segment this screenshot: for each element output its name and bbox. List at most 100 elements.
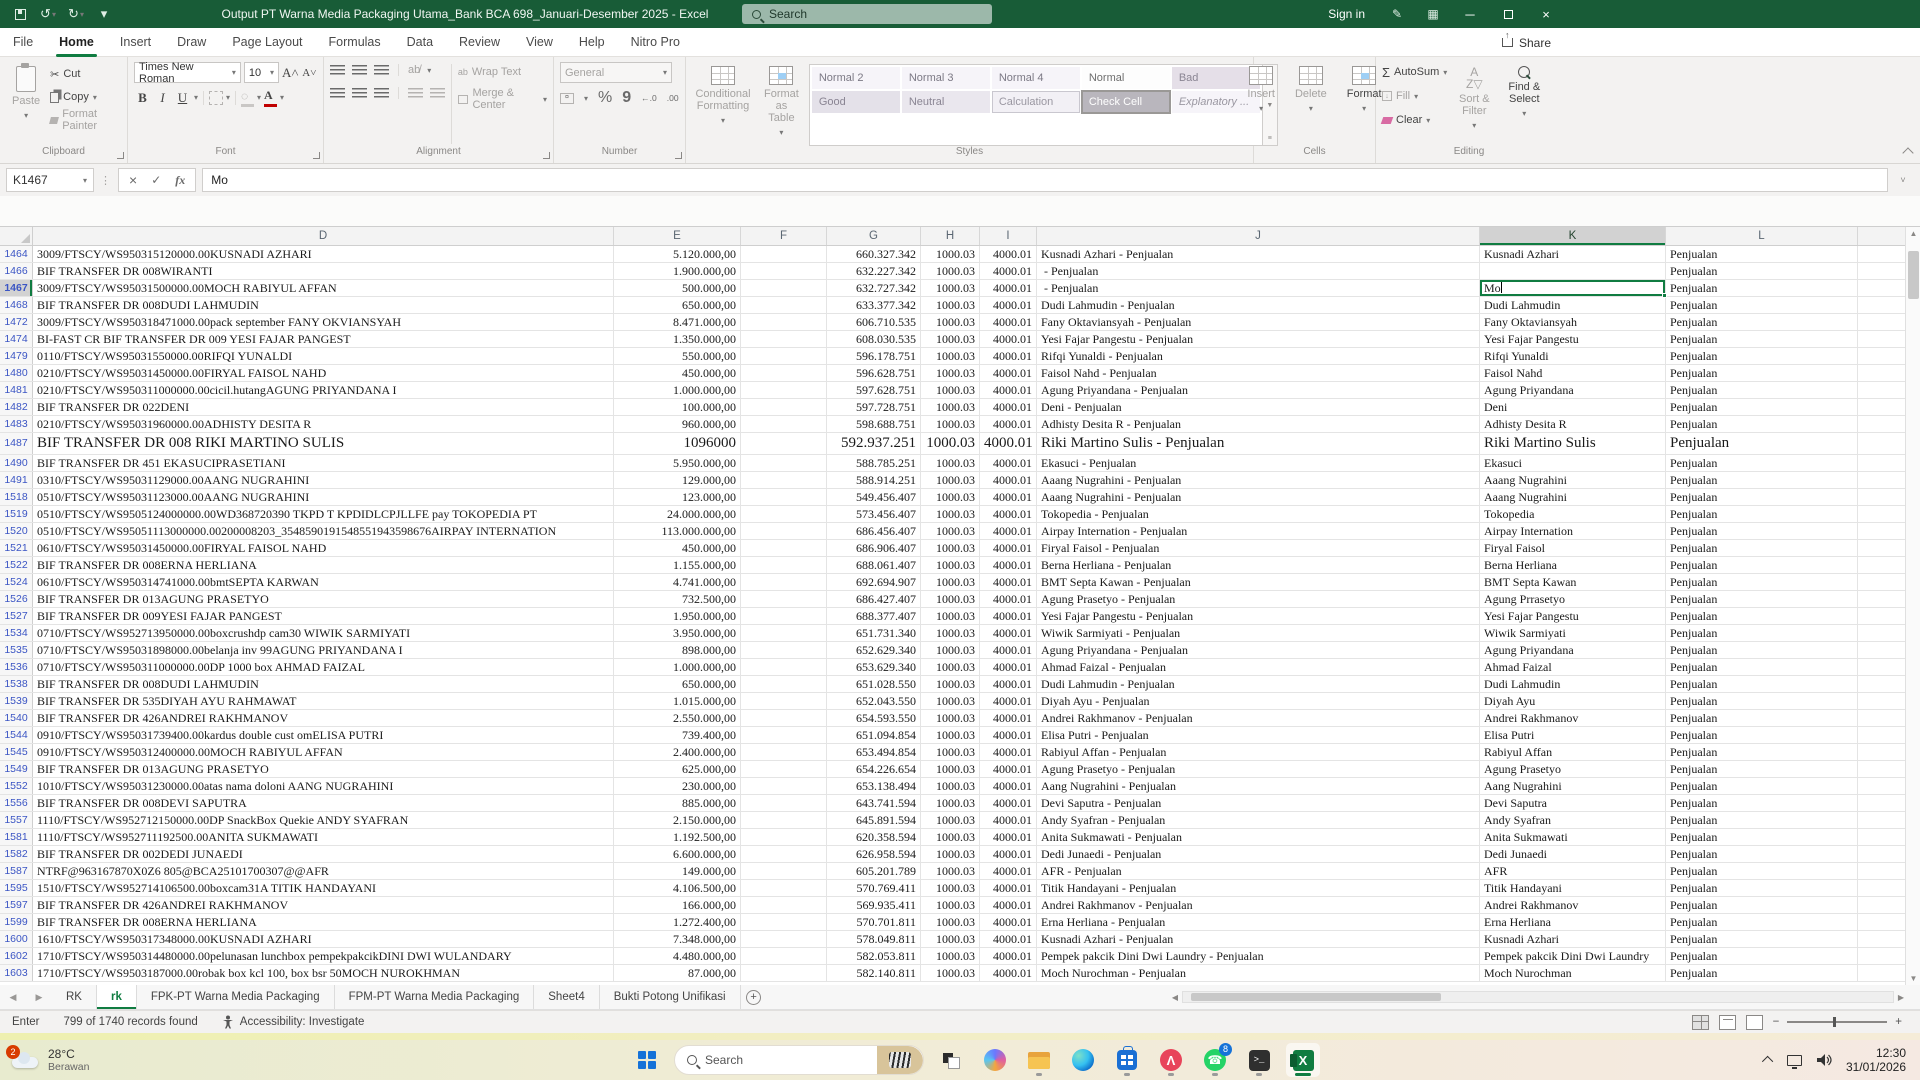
cell-E1482[interactable]: 100.000,00 xyxy=(614,399,741,415)
cell-I1581[interactable]: 4000.01 xyxy=(980,829,1037,845)
ribbon-tab-review[interactable]: Review xyxy=(446,28,513,57)
cell-J1524[interactable]: BMT Septa Kawan - Penjualan xyxy=(1037,574,1480,590)
cell-K1603[interactable]: Moch Nurochman xyxy=(1480,965,1666,981)
cell-I1599[interactable]: 4000.01 xyxy=(980,914,1037,930)
collapse-ribbon-icon[interactable] xyxy=(1902,147,1914,159)
cell-L1474[interactable]: Penjualan xyxy=(1666,331,1858,347)
cell-J1482[interactable]: Deni - Penjualan xyxy=(1037,399,1480,415)
align-left-icon[interactable] xyxy=(330,87,345,99)
cell-H1479[interactable]: 1000.03 xyxy=(921,348,980,364)
font-dialog-launcher[interactable] xyxy=(313,152,320,159)
cell-E1524[interactable]: 4.741.000,00 xyxy=(614,574,741,590)
ribbon-tab-insert[interactable]: Insert xyxy=(107,28,164,57)
cell-F1557[interactable] xyxy=(741,812,827,828)
cell-L1595[interactable]: Penjualan xyxy=(1666,880,1858,896)
cell-J1519[interactable]: Tokopedia - Penjualan xyxy=(1037,506,1480,522)
cell-I1549[interactable]: 4000.01 xyxy=(980,761,1037,777)
cell-J1587[interactable]: AFR - Penjualan xyxy=(1037,863,1480,879)
font-color-button[interactable]: A xyxy=(264,88,278,107)
cell-F1535[interactable] xyxy=(741,642,827,658)
bold-button[interactable]: B xyxy=(134,90,151,106)
autosum-button[interactable]: Σ AutoSum ▾ xyxy=(1382,62,1447,82)
cell-L1490[interactable]: Penjualan xyxy=(1666,455,1858,471)
cell-D1538[interactable]: BIF TRANSFER DR 008DUDI LAHMUDIN xyxy=(33,676,614,692)
row-header-1597[interactable]: 1597 xyxy=(0,897,33,913)
cell-L1464[interactable]: Penjualan xyxy=(1666,246,1858,262)
ribbon-tab-draw[interactable]: Draw xyxy=(164,28,219,57)
cell-style-normal[interactable]: Normal xyxy=(1081,67,1170,89)
row-header-1464[interactable]: 1464 xyxy=(0,246,33,262)
cell-D1600[interactable]: 1610/FTSCY/WS950317348000.00KUSNADI AZHA… xyxy=(33,931,614,947)
cell-I1538[interactable]: 4000.01 xyxy=(980,676,1037,692)
cell-E1587[interactable]: 149.000,00 xyxy=(614,863,741,879)
task-view-button[interactable] xyxy=(934,1043,968,1077)
cell-J1464[interactable]: Kusnadi Azhari - Penjualan xyxy=(1037,246,1480,262)
cell-D1480[interactable]: 0210/FTSCY/WS95031450000.00FIRYAL FAISOL… xyxy=(33,365,614,381)
cell-M1545[interactable] xyxy=(1858,744,1905,760)
cell-G1595[interactable]: 570.769.411 xyxy=(827,880,921,896)
cell-I1519[interactable]: 4000.01 xyxy=(980,506,1037,522)
cell-L1483[interactable]: Penjualan xyxy=(1666,416,1858,432)
cell-G1480[interactable]: 596.628.751 xyxy=(827,365,921,381)
cell-K1526[interactable]: Agung Prrasetyo xyxy=(1480,591,1666,607)
cell-M1483[interactable] xyxy=(1858,416,1905,432)
cell-K1490[interactable]: Ekasuci xyxy=(1480,455,1666,471)
cell-L1539[interactable]: Penjualan xyxy=(1666,693,1858,709)
cell-F1587[interactable] xyxy=(741,863,827,879)
align-center-icon[interactable] xyxy=(352,87,367,99)
row-header-1556[interactable]: 1556 xyxy=(0,795,33,811)
cell-H1582[interactable]: 1000.03 xyxy=(921,846,980,862)
cell-H1481[interactable]: 1000.03 xyxy=(921,382,980,398)
decrease-decimal-button[interactable]: .00 xyxy=(667,93,679,103)
cell-F1481[interactable] xyxy=(741,382,827,398)
orientation-icon[interactable]: ab̸ xyxy=(408,64,420,76)
cell-F1480[interactable] xyxy=(741,365,827,381)
cell-F1472[interactable] xyxy=(741,314,827,330)
cell-K1540[interactable]: Andrei Rakhmanov xyxy=(1480,710,1666,726)
cell-I1557[interactable]: 4000.01 xyxy=(980,812,1037,828)
cell-M1603[interactable] xyxy=(1858,965,1905,981)
save-icon[interactable] xyxy=(8,3,32,25)
cell-L1556[interactable]: Penjualan xyxy=(1666,795,1858,811)
cell-H1491[interactable]: 1000.03 xyxy=(921,472,980,488)
cell-I1527[interactable]: 4000.01 xyxy=(980,608,1037,624)
cell-G1534[interactable]: 651.731.340 xyxy=(827,625,921,641)
cell-F1526[interactable] xyxy=(741,591,827,607)
cell-D1534[interactable]: 0710/FTSCY/WS952713950000.00boxcrushdp c… xyxy=(33,625,614,641)
cell-M1480[interactable] xyxy=(1858,365,1905,381)
zoom-thumb[interactable] xyxy=(1833,1017,1837,1027)
cell-D1595[interactable]: 1510/FTSCY/WS952714106500.00boxcam31A TI… xyxy=(33,880,614,896)
cell-F1467[interactable] xyxy=(741,280,827,296)
cell-M1544[interactable] xyxy=(1858,727,1905,743)
cell-H1466[interactable]: 1000.03 xyxy=(921,263,980,279)
cell-J1518[interactable]: Aaang Nugrahini - Penjualan xyxy=(1037,489,1480,505)
row-header-1524[interactable]: 1524 xyxy=(0,574,33,590)
cell-J1600[interactable]: Kusnadi Azhari - Penjualan xyxy=(1037,931,1480,947)
cell-G1481[interactable]: 597.628.751 xyxy=(827,382,921,398)
cell-L1472[interactable]: Penjualan xyxy=(1666,314,1858,330)
column-header-F[interactable]: F xyxy=(741,227,827,245)
cell-M1522[interactable] xyxy=(1858,557,1905,573)
start-button[interactable] xyxy=(630,1043,664,1077)
cell-K1538[interactable]: Dudi Lahmudin xyxy=(1480,676,1666,692)
cell-L1468[interactable]: Penjualan xyxy=(1666,297,1858,313)
cell-E1483[interactable]: 960.000,00 xyxy=(614,416,741,432)
cell-J1467[interactable]: - Penjualan xyxy=(1037,280,1480,296)
cell-I1524[interactable]: 4000.01 xyxy=(980,574,1037,590)
cell-F1539[interactable] xyxy=(741,693,827,709)
row-header-1534[interactable]: 1534 xyxy=(0,625,33,641)
cell-G1520[interactable]: 686.456.407 xyxy=(827,523,921,539)
cell-style-good[interactable]: Good xyxy=(811,91,900,113)
cell-E1602[interactable]: 4.480.000,00 xyxy=(614,948,741,964)
cell-G1464[interactable]: 660.327.342 xyxy=(827,246,921,262)
cell-F1490[interactable] xyxy=(741,455,827,471)
cell-K1556[interactable]: Devi Saputra xyxy=(1480,795,1666,811)
cell-H1549[interactable]: 1000.03 xyxy=(921,761,980,777)
cell-F1491[interactable] xyxy=(741,472,827,488)
cell-F1522[interactable] xyxy=(741,557,827,573)
cell-L1520[interactable]: Penjualan xyxy=(1666,523,1858,539)
cell-E1481[interactable]: 1.000.000,00 xyxy=(614,382,741,398)
cell-J1597[interactable]: Andrei Rakhmanov - Penjualan xyxy=(1037,897,1480,913)
cell-M1587[interactable] xyxy=(1858,863,1905,879)
customize-toolbar-icon[interactable]: ▾ xyxy=(92,3,116,25)
